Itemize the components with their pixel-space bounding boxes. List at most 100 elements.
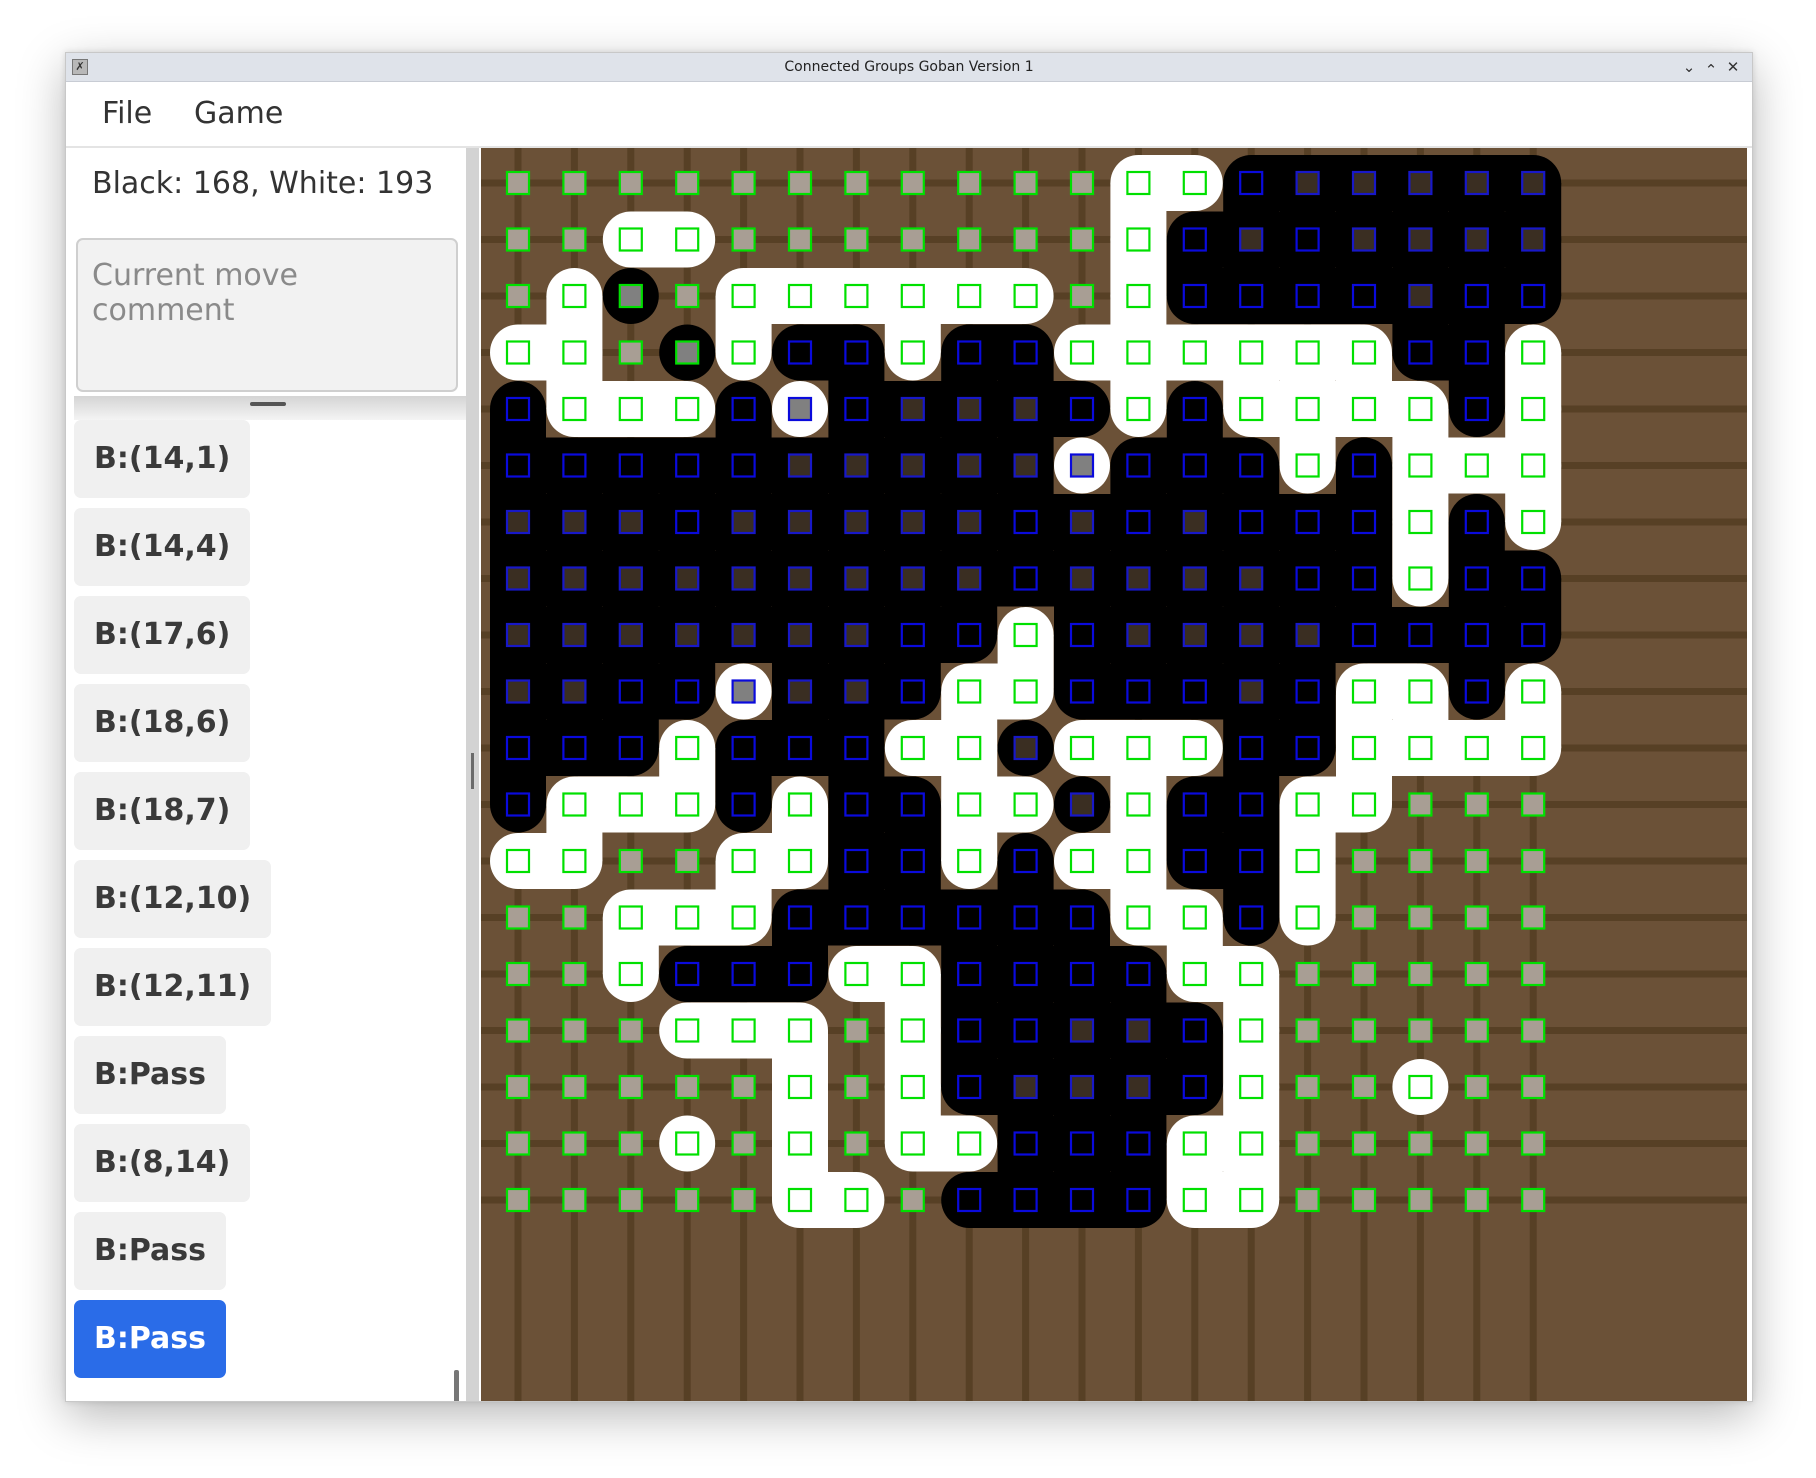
move-list-item[interactable]: B:Pass [74, 1300, 227, 1378]
splitter-grip-icon[interactable] [250, 402, 286, 406]
neutral-point-marker [1408, 848, 1433, 874]
move-list-item[interactable]: B:Pass [74, 1036, 227, 1114]
black-territory-marker [731, 566, 756, 591]
move-list-item[interactable]: B:(12,11) [74, 948, 272, 1026]
neutral-point-marker [1408, 961, 1433, 987]
dead-white-stone-marker [675, 340, 700, 365]
menu-game[interactable]: Game [194, 82, 283, 146]
black-territory-marker [844, 566, 869, 591]
neutral-point-marker [1521, 848, 1546, 874]
black-territory-marker [562, 679, 587, 704]
black-territory-marker [844, 679, 869, 704]
chevron-up-icon[interactable]: ⌃ [1700, 59, 1722, 81]
dead-black-stone-marker [1069, 453, 1095, 478]
white-stone [941, 1115, 998, 1172]
neutral-point-marker [900, 170, 925, 196]
black-territory-marker [787, 453, 813, 478]
neutral-point-marker [1464, 792, 1489, 817]
white-stone [602, 946, 659, 1002]
black-territory-marker [1351, 170, 1377, 196]
neutral-point-marker [731, 1131, 756, 1156]
move-list-item[interactable]: B:(14,4) [74, 508, 251, 586]
score-label: Black: 168, White: 193 [92, 166, 434, 201]
neutral-point-marker [1351, 905, 1377, 930]
move-list-item[interactable]: B:(18,6) [74, 684, 251, 762]
divider-handle-icon[interactable] [471, 753, 474, 789]
black-territory-marker [900, 396, 925, 422]
neutral-point-marker [731, 1187, 756, 1213]
pane-divider[interactable] [466, 148, 479, 1401]
black-stone [772, 946, 828, 1002]
black-territory-marker [1069, 792, 1095, 817]
move-list-item[interactable]: B:(12,10) [74, 860, 272, 938]
black-territory-marker [1239, 566, 1264, 591]
black-stone [1505, 607, 1562, 663]
neutral-point-marker [844, 227, 869, 252]
black-territory-marker [1351, 227, 1377, 252]
close-icon[interactable]: ✕ [1722, 56, 1744, 78]
move-list-item[interactable]: B:(18,7) [74, 772, 251, 850]
white-stone [1505, 494, 1562, 550]
neutral-point-marker [505, 283, 531, 309]
neutral-point-marker [675, 1187, 700, 1213]
black-stone [1110, 1172, 1167, 1228]
black-territory-marker [844, 509, 869, 535]
white-stone [1392, 1059, 1449, 1115]
neutral-point-marker [1351, 848, 1377, 874]
white-stone [1279, 437, 1336, 494]
white-stone [828, 1172, 885, 1228]
neutral-point-marker [787, 227, 813, 252]
black-territory-marker [900, 566, 925, 591]
neutral-point-marker [1013, 227, 1038, 252]
black-territory-marker [1521, 170, 1546, 196]
white-stone [1110, 381, 1167, 437]
chevron-down-icon[interactable]: ⌄ [1678, 56, 1700, 78]
black-territory-marker [1126, 566, 1151, 591]
neutral-point-marker [787, 170, 813, 196]
black-territory-marker [787, 679, 813, 704]
move-list-scrollbar[interactable] [454, 1370, 459, 1401]
neutral-point-marker [618, 340, 643, 365]
move-list-item[interactable]: B:(17,6) [74, 596, 251, 674]
black-territory-marker [1408, 283, 1433, 309]
black-territory-marker [1069, 509, 1095, 535]
black-territory-marker [1239, 679, 1264, 704]
neutral-point-marker [562, 1074, 587, 1100]
black-territory-marker [957, 509, 982, 535]
black-stone [1223, 889, 1280, 946]
panel-splitter[interactable] [74, 396, 466, 420]
black-stone [1279, 720, 1336, 776]
title-bar[interactable]: ✗ Connected Groups Goban Version 1 ⌄ ⌃ ✕ [66, 53, 1752, 82]
neutral-point-marker [900, 227, 925, 252]
white-stone [715, 324, 772, 381]
neutral-point-marker [1521, 792, 1546, 817]
move-list-item[interactable]: B:(14,1) [74, 420, 251, 498]
black-stone [884, 663, 941, 720]
black-territory-marker [731, 509, 756, 535]
neutral-point-marker [675, 1074, 700, 1100]
move-comment-input[interactable] [76, 238, 458, 392]
go-board[interactable] [481, 148, 1747, 1401]
black-territory-marker [1239, 227, 1264, 252]
neutral-point-marker [562, 961, 587, 987]
neutral-point-marker [1464, 1131, 1489, 1156]
white-stone [715, 889, 772, 946]
black-territory-marker [900, 453, 925, 478]
move-list-item[interactable]: B:Pass [74, 1212, 227, 1290]
neutral-point-marker [505, 1074, 531, 1100]
dead-black-stone-marker [731, 679, 756, 704]
neutral-point-marker [844, 1018, 869, 1043]
neutral-point-marker [618, 1018, 643, 1043]
black-territory-marker [1126, 1074, 1151, 1100]
neutral-point-marker [1295, 1018, 1320, 1043]
black-territory-marker [675, 566, 700, 591]
goban-svg[interactable] [481, 148, 1747, 1401]
neutral-point-marker [505, 1018, 531, 1043]
move-list-item[interactable]: B:(8,14) [74, 1124, 251, 1202]
neutral-point-marker [1069, 227, 1095, 252]
neutral-point-marker [618, 170, 643, 196]
white-stone [1166, 720, 1223, 776]
white-stone [997, 268, 1054, 324]
black-territory-marker [957, 396, 982, 422]
menu-file[interactable]: File [102, 82, 152, 146]
